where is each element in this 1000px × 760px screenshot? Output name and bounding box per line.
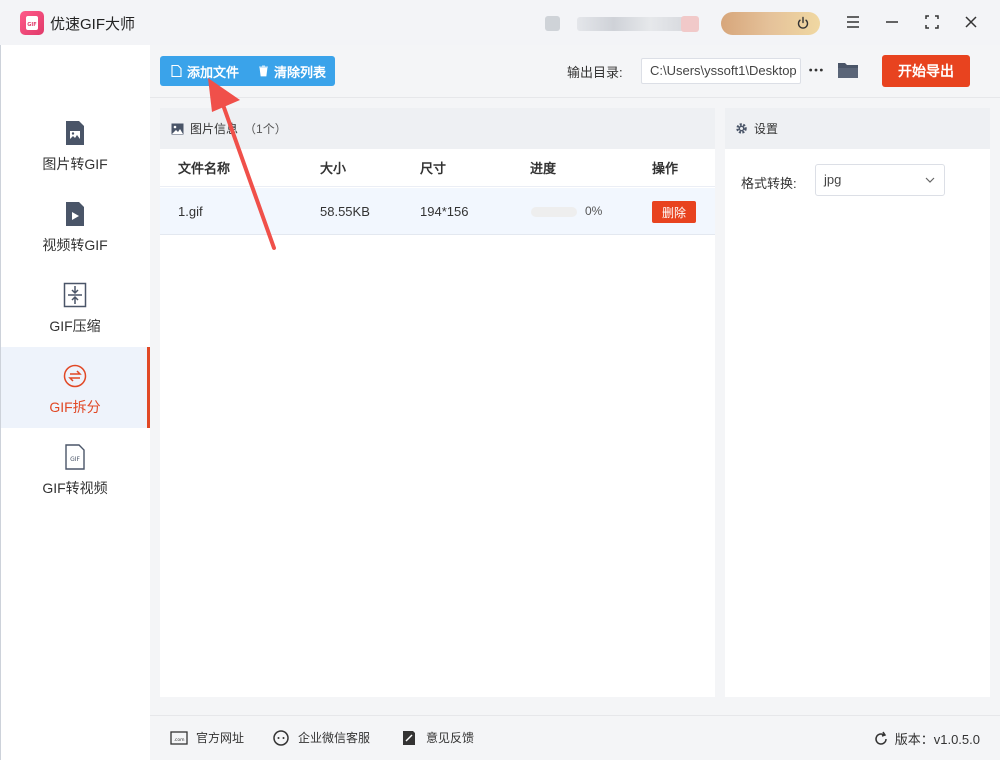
sidebar-item-gif-to-video[interactable]: GIF GIF转视频 <box>0 428 150 509</box>
user-name-blurred <box>577 17 687 31</box>
image-info-panel: 图片信息 （1个） 文件名称 大小 尺寸 进度 操作 1.gif 58.55KB… <box>160 108 715 697</box>
svg-text:GIF: GIF <box>70 456 80 463</box>
compress-icon <box>63 282 87 308</box>
svg-text:GIF: GIF <box>27 22 36 28</box>
sidebar-item-gif-compress[interactable]: GIF压缩 <box>0 266 150 347</box>
file-dimensions: 194*156 <box>420 203 469 219</box>
power-icon <box>797 16 809 29</box>
column-header-dimensions: 尺寸 <box>420 161 447 176</box>
chevron-down-icon <box>925 177 935 183</box>
image-file-icon <box>66 121 84 145</box>
minimize-icon[interactable] <box>882 12 902 32</box>
output-path-field[interactable]: C:\Users\yssoft1\Desktop <box>641 58 801 84</box>
clear-list-label: 清除列表 <box>274 64 327 80</box>
column-header-name: 文件名称 <box>178 161 231 176</box>
main-area: 添加文件 清除列表 输出目录: C:\Users\yssoft1\Desktop… <box>150 45 1000 715</box>
menu-icon[interactable] <box>843 12 863 32</box>
table-header: 文件名称 大小 尺寸 进度 操作 <box>160 149 715 187</box>
image-panel-title: 图片信息 <box>190 122 239 136</box>
version-label: 版本：v1.0.5.0 <box>894 732 980 747</box>
start-export-button[interactable]: 开始导出 <box>882 55 970 87</box>
sidebar-item-label: 视频转GIF <box>42 237 108 253</box>
output-dir-label: 输出目录: <box>567 65 623 80</box>
folder-icon[interactable] <box>837 59 859 81</box>
sidebar-item-video-to-gif[interactable]: 视频转GIF <box>0 185 150 266</box>
usb-icon <box>545 16 560 31</box>
sidebar-item-label: GIF拆分 <box>49 399 101 415</box>
sidebar-item-image-to-gif[interactable]: 图片转GIF <box>0 104 150 185</box>
app-title: 优速GIF大师 <box>50 16 135 33</box>
column-header-size: 大小 <box>320 161 347 176</box>
title-bar: GIF 优速GIF大师 <box>0 0 1000 45</box>
format-value: jpg <box>824 172 842 187</box>
settings-panel: 设置 格式转换: jpg <box>725 108 990 697</box>
file-button-group: 添加文件 清除列表 <box>160 56 335 86</box>
progress-bar <box>531 207 577 217</box>
trash-icon <box>259 65 268 77</box>
file-name: 1.gif <box>178 203 203 219</box>
refresh-icon <box>875 731 887 745</box>
settings-title: 设置 <box>754 122 779 136</box>
chat-icon <box>273 729 289 746</box>
vip-badge[interactable] <box>721 12 820 35</box>
version-info[interactable]: 版本：v1.0.5.0 <box>873 729 980 748</box>
toolbar: 添加文件 清除列表 输出目录: C:\Users\yssoft1\Desktop… <box>150 45 1000 98</box>
sidebar-item-label: GIF压缩 <box>49 318 101 334</box>
video-file-icon <box>66 202 84 226</box>
official-website-label: 官方网址 <box>196 731 245 745</box>
add-file-button[interactable]: 添加文件 <box>160 56 247 86</box>
window-border <box>0 45 1 760</box>
format-label: 格式转换: <box>741 176 797 191</box>
maximize-icon[interactable] <box>922 12 942 32</box>
gif-file-icon: GIF <box>65 444 85 470</box>
feedback-icon <box>403 730 415 745</box>
delete-button[interactable]: 删除 <box>652 201 696 223</box>
image-count: （1个） <box>244 122 287 136</box>
official-website-link[interactable]: .com 官方网址 <box>170 729 244 746</box>
column-header-action: 操作 <box>652 161 679 176</box>
format-select[interactable]: jpg <box>815 164 945 196</box>
website-icon: .com <box>170 730 188 745</box>
close-icon[interactable] <box>961 12 981 32</box>
clear-list-button[interactable]: 清除列表 <box>247 56 335 86</box>
add-file-label: 添加文件 <box>187 64 240 80</box>
file-icon <box>171 65 182 77</box>
svg-text:.com: .com <box>173 738 184 743</box>
wechat-support-link[interactable]: 企业微信客服 <box>272 729 370 746</box>
column-header-progress: 进度 <box>530 161 557 176</box>
wechat-support-label: 企业微信客服 <box>298 731 371 745</box>
table-row[interactable]: 1.gif 58.55KB 194*156 0% 删除 <box>160 188 715 235</box>
progress-text: 0% <box>585 204 603 218</box>
sidebar-item-label: 图片转GIF <box>42 156 108 172</box>
feedback-link[interactable]: 意见反馈 <box>400 729 474 746</box>
sidebar: 图片转GIF 视频转GIF GIF压缩 GIF拆分 GIF GIF转视频 <box>0 45 150 760</box>
settings-header: 设置 <box>725 108 990 149</box>
user-account-area[interactable] <box>545 12 820 35</box>
file-size: 58.55KB <box>320 203 370 219</box>
sidebar-item-label: GIF转视频 <box>42 480 108 496</box>
gear-icon <box>736 123 747 134</box>
app-logo-icon: GIF <box>20 11 44 35</box>
sidebar-item-gif-split[interactable]: GIF拆分 <box>0 347 150 428</box>
more-options-icon[interactable] <box>807 59 825 81</box>
picture-icon <box>171 123 184 134</box>
image-panel-header: 图片信息 （1个） <box>160 108 715 149</box>
user-avatar-blurred <box>681 16 699 32</box>
feedback-label: 意见反馈 <box>426 731 475 745</box>
split-icon <box>63 364 87 388</box>
footer: .com 官方网址 企业微信客服 意见反馈 版本：v1.0.5.0 <box>150 715 1000 760</box>
